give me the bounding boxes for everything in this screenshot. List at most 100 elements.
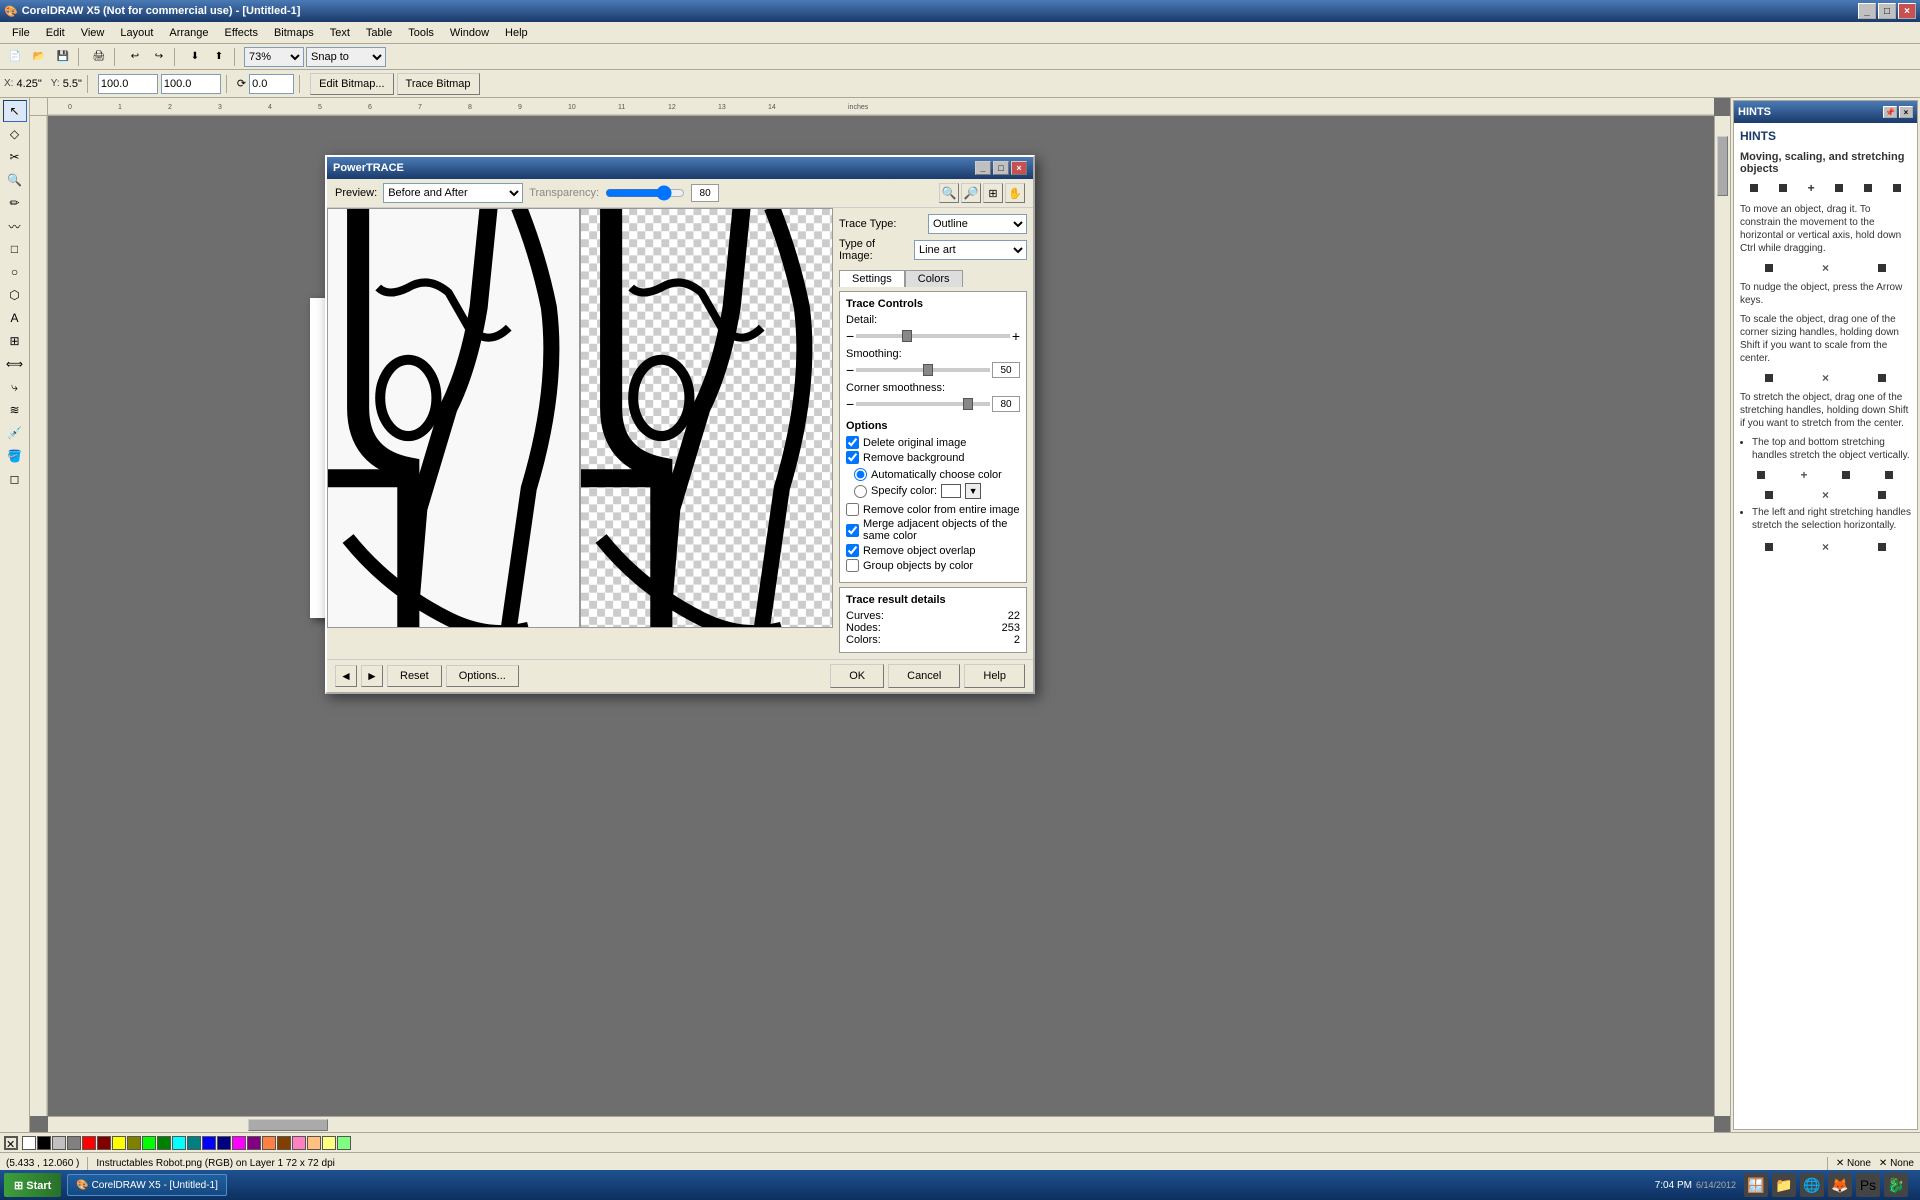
detail-minus[interactable]: − (846, 328, 854, 344)
reset-button[interactable]: Reset (387, 665, 442, 687)
menu-effects[interactable]: Effects (217, 25, 266, 41)
menu-tools[interactable]: Tools (400, 25, 442, 41)
transparency-slider[interactable] (605, 185, 685, 201)
parallel-dim-tool[interactable]: ⟺ (3, 353, 27, 375)
print-button[interactable]: 🖨 (88, 46, 110, 68)
eyedropper-tool[interactable]: 💉 (3, 422, 27, 444)
pt-forward-button[interactable]: ► (361, 665, 383, 687)
h-scroll-thumb[interactable] (248, 1119, 328, 1131)
color-lightgreen[interactable] (337, 1136, 351, 1150)
detail-track[interactable] (856, 334, 1010, 338)
taskbar-icon-5[interactable]: 🐉 (1884, 1173, 1908, 1197)
smoothing-thumb[interactable] (923, 364, 933, 376)
menu-window[interactable]: Window (442, 25, 497, 41)
edit-bitmap-button[interactable]: Edit Bitmap... (310, 73, 393, 95)
corner-track[interactable] (856, 402, 990, 406)
color-peach[interactable] (307, 1136, 321, 1150)
text-tool[interactable]: A (3, 307, 27, 329)
color-silver[interactable] (52, 1136, 66, 1150)
specify-color-radio[interactable] (854, 485, 867, 498)
fit-button[interactable]: ⊞ (983, 183, 1003, 203)
cancel-button[interactable]: Cancel (888, 664, 960, 688)
freehand-tool[interactable]: ✏ (3, 192, 27, 214)
pan-button[interactable]: ✋ (1005, 183, 1025, 203)
zoom-tool[interactable]: 🔍 (3, 169, 27, 191)
delete-original-check[interactable] (846, 436, 859, 449)
trace-type-select[interactable]: Outline Centerline (928, 214, 1027, 234)
shape-tool[interactable]: ◇ (3, 123, 27, 145)
remove-bg-check[interactable] (846, 451, 859, 464)
menu-file[interactable]: File (4, 25, 38, 41)
color-cyan[interactable] (172, 1136, 186, 1150)
pt-maximize-button[interactable]: □ (993, 161, 1009, 175)
open-button[interactable]: 📂 (28, 46, 50, 68)
snap-select[interactable]: Snap to (306, 47, 386, 67)
height-input[interactable] (161, 74, 221, 94)
corner-minus[interactable]: − (846, 396, 854, 412)
specify-color-picker-button[interactable]: ▼ (965, 483, 981, 499)
merge-adjacent-check[interactable] (846, 524, 859, 537)
taskbar-icon-ps[interactable]: Ps (1856, 1173, 1880, 1197)
menu-arrange[interactable]: Arrange (161, 25, 216, 41)
smoothing-track[interactable] (856, 368, 990, 372)
zoom-in-button[interactable]: 🔍 (939, 183, 959, 203)
image-type-select[interactable]: Line art Logo Detailed logo Clipart Low … (914, 240, 1027, 260)
pt-close-button[interactable]: × (1011, 161, 1027, 175)
color-pink[interactable] (292, 1136, 306, 1150)
corner-value[interactable] (992, 396, 1020, 412)
taskbar-icon-4[interactable]: 🦊 (1828, 1173, 1852, 1197)
width-input[interactable] (98, 74, 158, 94)
color-lightyellow[interactable] (322, 1136, 336, 1150)
smoothing-value[interactable] (992, 362, 1020, 378)
taskbar-icon-2[interactable]: 📁 (1772, 1173, 1796, 1197)
new-button[interactable]: 📄 (4, 46, 26, 68)
color-blue[interactable] (202, 1136, 216, 1150)
color-brown[interactable] (277, 1136, 291, 1150)
export-button[interactable]: ⬆ (208, 46, 230, 68)
outline-tool[interactable]: ◻ (3, 468, 27, 490)
color-yellow[interactable] (112, 1136, 126, 1150)
rect-tool[interactable]: □ (3, 238, 27, 260)
angle-input[interactable] (249, 74, 294, 94)
polygon-tool[interactable]: ⬡ (3, 284, 27, 306)
select-tool[interactable]: ↖ (3, 100, 27, 122)
coreldraw-taskbar-item[interactable]: 🎨 CorelDRAW X5 - [Untitled-1] (67, 1174, 227, 1196)
auto-choose-radio[interactable] (854, 468, 867, 481)
ok-button[interactable]: OK (830, 664, 884, 688)
undo-button[interactable]: ↩ (124, 46, 146, 68)
pt-minimize-button[interactable]: _ (975, 161, 991, 175)
help-button[interactable]: Help (964, 664, 1025, 688)
zoom-out-button[interactable]: 🔎 (961, 183, 981, 203)
specify-color-swatch[interactable] (941, 484, 961, 498)
title-bar-controls[interactable]: _ □ × (1858, 3, 1916, 19)
no-color-swatch[interactable]: ✕ (4, 1136, 18, 1150)
group-by-color-check[interactable] (846, 559, 859, 572)
color-white[interactable] (22, 1136, 36, 1150)
remove-entire-check[interactable] (846, 503, 859, 516)
import-button[interactable]: ⬇ (184, 46, 206, 68)
color-teal[interactable] (187, 1136, 201, 1150)
powertrace-title-bar[interactable]: PowerTRACE _ □ × (327, 157, 1033, 179)
save-button[interactable]: 💾 (52, 46, 74, 68)
menu-help[interactable]: Help (497, 25, 536, 41)
menu-edit[interactable]: Edit (38, 25, 73, 41)
v-scrollbar[interactable] (1714, 116, 1730, 1116)
preview-select[interactable]: Before and After Before After (383, 183, 523, 203)
detail-plus[interactable]: + (1012, 328, 1020, 344)
corner-thumb[interactable] (963, 398, 973, 410)
redo-button[interactable]: ↪ (148, 46, 170, 68)
table-tool[interactable]: ⊞ (3, 330, 27, 352)
blend-tool[interactable]: ≋ (3, 399, 27, 421)
taskbar-icon-1[interactable]: 🪟 (1744, 1173, 1768, 1197)
options-button[interactable]: Options... (446, 665, 519, 687)
color-green[interactable] (157, 1136, 171, 1150)
zoom-select[interactable]: 73% 100% 50% (244, 47, 304, 67)
detail-thumb[interactable] (902, 330, 912, 342)
maximize-button[interactable]: □ (1878, 3, 1896, 19)
color-orange[interactable] (262, 1136, 276, 1150)
smart-draw-tool[interactable]: 〰 (3, 215, 27, 237)
taskbar-icon-3[interactable]: 🌐 (1800, 1173, 1824, 1197)
color-purple[interactable] (247, 1136, 261, 1150)
color-maroon[interactable] (97, 1136, 111, 1150)
color-olive[interactable] (127, 1136, 141, 1150)
